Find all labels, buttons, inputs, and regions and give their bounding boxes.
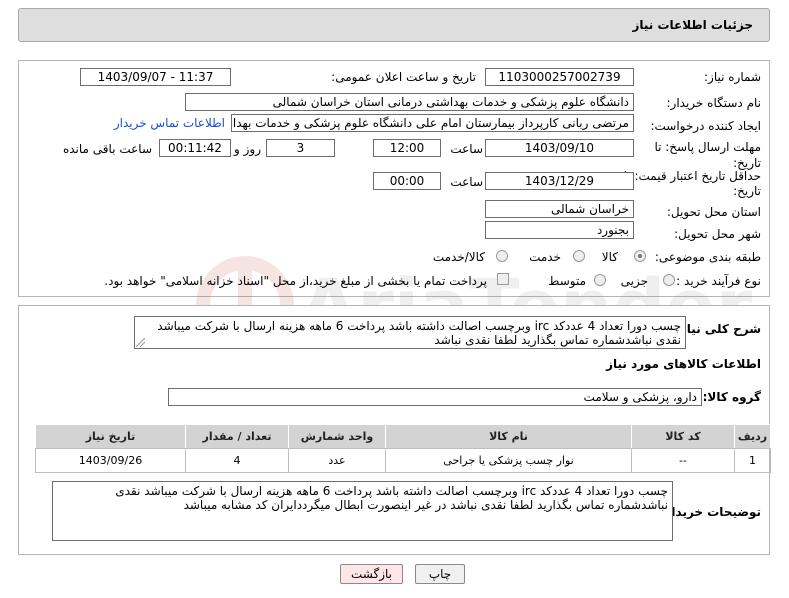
cell-code: -- <box>631 448 735 473</box>
province-label: استان محل تحویل: <box>666 205 761 219</box>
days-label: روز و <box>234 142 261 156</box>
treasury-payment-checkbox[interactable] <box>497 273 509 285</box>
deadline-date-label: تاریخ: <box>733 156 761 170</box>
cell-name: نوار چسب پزشکی یا جراحی <box>385 448 632 473</box>
deadline-label: مهلت ارسال پاسخ: تا <box>654 140 761 154</box>
goods-group-label: گروه کالا: <box>702 390 761 404</box>
category-radio-goods[interactable] <box>634 250 646 262</box>
validity-date-label: تاریخ: <box>733 184 761 198</box>
process-label: نوع فرآیند خرید : <box>676 274 761 288</box>
category-label: طبقه بندی موضوعی: <box>654 250 761 264</box>
process-option-minor: جزیی <box>620 274 648 288</box>
back-button[interactable]: بازگشت <box>340 564 403 584</box>
creator-field[interactable]: مرتضی ربانی کارپرداز بیمارستان امام علی … <box>231 114 634 132</box>
page-header: جزئیات اطلاعات نیاز <box>18 8 770 42</box>
table-row[interactable]: 1 -- نوار چسب پزشکی یا جراحی عدد 4 1403/… <box>35 448 771 473</box>
column-header-index: ردیف <box>734 424 771 449</box>
process-radio-minor[interactable] <box>663 274 675 286</box>
province-field[interactable]: خراسان شمالی <box>485 200 634 218</box>
category-radio-goods-service[interactable] <box>496 250 508 262</box>
goods-table-header: ردیف کد کالا نام کالا واحد شمارش تعداد /… <box>35 424 771 449</box>
need-number-field[interactable]: 1103000257002739 <box>485 68 634 86</box>
remaining-time-label: ساعت باقی مانده <box>62 142 152 156</box>
announce-date-label: تاریخ و ساعت اعلان عمومی: <box>331 70 476 84</box>
resize-grip-icon[interactable] <box>136 338 145 347</box>
category-option-goods: کالا <box>601 250 618 264</box>
cell-index: 1 <box>734 448 771 473</box>
buyer-org-label: نام دستگاه خریدار: <box>666 96 762 110</box>
remaining-time-field[interactable]: 00:11:42 <box>159 139 231 157</box>
need-number-label: شماره نیاز: <box>704 70 761 84</box>
announce-date-field[interactable]: 1403/09/07 - 11:37 <box>80 68 231 86</box>
validity-time-field[interactable]: 00:00 <box>373 172 441 190</box>
page-title: جزئیات اطلاعات نیاز <box>632 18 753 32</box>
buyer-contact-link[interactable]: اطلاعات تماس خریدار <box>114 116 225 130</box>
process-option-medium: متوسط <box>548 274 586 288</box>
category-radio-service[interactable] <box>573 250 585 262</box>
creator-label: ایجاد کننده درخواست: <box>650 119 761 133</box>
print-button[interactable]: چاپ <box>415 564 465 584</box>
summary-label: شرح کلی نیاز: <box>675 322 761 336</box>
column-header-name: نام کالا <box>385 424 632 449</box>
column-header-date: تاریخ نیاز <box>35 424 186 449</box>
validity-time-label: ساعت <box>450 175 483 189</box>
column-header-qty: تعداد / مقدار <box>185 424 289 449</box>
column-header-code: کد کالا <box>631 424 735 449</box>
buyer-notes-label: توضیحات خریدار: <box>659 505 761 519</box>
cell-date: 1403/09/26 <box>35 448 186 473</box>
cell-qty: 4 <box>185 448 289 473</box>
city-label: شهر محل تحویل: <box>674 227 761 241</box>
treasury-payment-note: پرداخت تمام یا بخشی از مبلغ خرید،از محل … <box>104 274 487 288</box>
days-remaining-field[interactable]: 3 <box>266 139 335 157</box>
goods-table: ردیف کد کالا نام کالا واحد شمارش تعداد /… <box>35 424 771 473</box>
process-radio-medium[interactable] <box>594 274 606 286</box>
deadline-time-label: ساعت <box>450 142 483 156</box>
buyer-org-field[interactable]: دانشگاه علوم پزشکی و خدمات بهداشتی درمان… <box>185 93 634 111</box>
validity-label: حداقل تاریخ اعتبار قیمت: تا <box>623 169 761 183</box>
buyer-notes-textarea[interactable]: چسب دورا تعداد 4 عددکد irc وبرچسب اصالت … <box>52 481 673 541</box>
deadline-time-field[interactable]: 12:00 <box>373 139 441 157</box>
cell-unit: عدد <box>288 448 386 473</box>
column-header-unit: واحد شمارش <box>288 424 386 449</box>
summary-textarea[interactable]: چسب دورا تعداد 4 عددکد irc وبرچسب اصالت … <box>134 316 686 349</box>
category-option-service: خدمت <box>529 250 561 264</box>
validity-date-field[interactable]: 1403/12/29 <box>485 172 634 190</box>
category-option-goods-service: کالا/خدمت <box>432 250 485 264</box>
deadline-date-field[interactable]: 1403/09/10 <box>485 139 634 157</box>
goods-group-field[interactable]: دارو، پزشکی و سلامت <box>168 388 702 406</box>
city-field[interactable]: بجنورد <box>485 221 634 239</box>
goods-section-title: اطلاعات کالاهای مورد نیاز <box>606 357 761 371</box>
